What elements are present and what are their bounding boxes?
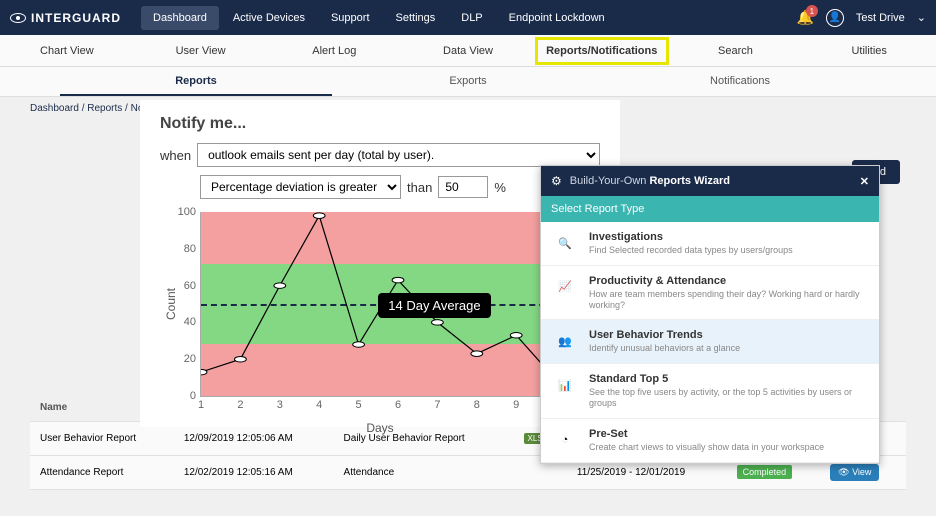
user-name[interactable]: Test Drive (856, 12, 905, 24)
average-label: 14 Day Average (378, 293, 490, 318)
tabs: Reports Exports Notifications (0, 67, 936, 97)
subnav-reports-notifications[interactable]: Reports/Notifications (535, 37, 669, 65)
wizard-item-top5[interactable]: 📊 Standard Top 5See the top five users b… (541, 364, 879, 419)
status-badge: Completed (737, 465, 793, 479)
notify-title: Notify me... (160, 115, 600, 133)
brand-logo: INTERGUARD (10, 11, 121, 25)
user-behavior-icon: 👥 (551, 329, 579, 353)
wizard-item-preset[interactable]: ◔ Pre-SetCreate chart views to visually … (541, 419, 879, 463)
wizard-item-investigations[interactable]: 🔍 InvestigationsFind Selected recorded d… (541, 222, 879, 266)
subnav-chart-view[interactable]: Chart View (0, 37, 134, 65)
tab-reports[interactable]: Reports (60, 67, 332, 96)
topbar-right: 🔔 1 👤 Test Drive ⌄ (796, 9, 926, 27)
notification-badge: 1 (806, 5, 818, 17)
eye-icon (10, 13, 26, 23)
subnav-user-view[interactable]: User View (134, 37, 268, 65)
wizard-item-user-behavior[interactable]: 👥 User Behavior TrendsIdentify unusual b… (541, 320, 879, 364)
nav-settings[interactable]: Settings (384, 6, 448, 30)
metric-select[interactable]: outlook emails sent per day (total by us… (197, 143, 600, 167)
main-nav: Dashboard Active Devices Support Setting… (141, 6, 617, 30)
wizard-item-productivity[interactable]: 📈 Productivity & AttendanceHow are team … (541, 266, 879, 321)
y-axis-label: Count (164, 288, 178, 320)
tab-exports[interactable]: Exports (332, 67, 604, 96)
brand-text: INTERGUARD (31, 11, 121, 25)
wizard-subheader: Select Report Type (541, 196, 879, 222)
topbar: INTERGUARD Dashboard Active Devices Supp… (0, 0, 936, 35)
view-button[interactable]: 👁 View (830, 464, 879, 481)
sub-nav: Chart View User View Alert Log Data View… (0, 35, 936, 67)
wizard-title-a: Build-Your-Own (570, 175, 650, 187)
subnav-utilities[interactable]: Utilities (802, 37, 936, 65)
subnav-data-view[interactable]: Data View (401, 37, 535, 65)
tab-notifications[interactable]: Notifications (604, 67, 876, 96)
notifications-bell-icon[interactable]: 🔔 1 (796, 9, 813, 26)
close-icon[interactable]: ✕ (860, 175, 869, 188)
investigations-icon: 🔍 (551, 231, 579, 255)
threshold-input[interactable] (438, 176, 488, 198)
nav-endpoint-lockdown[interactable]: Endpoint Lockdown (497, 6, 617, 30)
reports-wizard: ⚙ Build-Your-Own Reports Wizard ✕ Select… (540, 165, 880, 464)
subnav-alert-log[interactable]: Alert Log (267, 37, 401, 65)
wizard-title-b: Reports Wizard (649, 175, 730, 187)
nav-active-devices[interactable]: Active Devices (221, 6, 317, 30)
user-avatar-icon[interactable]: 👤 (826, 9, 844, 27)
chevron-down-icon[interactable]: ⌄ (917, 11, 926, 24)
chart-plot: 14 Day Average 020406080100 123456789101… (200, 212, 595, 397)
preset-icon: ◔ (551, 428, 579, 452)
subnav-search[interactable]: Search (669, 37, 803, 65)
productivity-icon: 📈 (551, 275, 579, 299)
gear-icon: ⚙ (551, 174, 562, 188)
nav-support[interactable]: Support (319, 6, 382, 30)
when-label: when (160, 148, 191, 163)
nav-dlp[interactable]: DLP (449, 6, 494, 30)
cell-name: Attendance Report (30, 456, 174, 490)
than-label: than (407, 180, 432, 195)
nav-dashboard[interactable]: Dashboard (141, 6, 219, 30)
cell-when: 12/02/2019 12:05:16 AM (174, 456, 334, 490)
cell-type: Attendance (334, 456, 514, 490)
top5-icon: 📊 (551, 373, 579, 397)
pct-label: % (494, 180, 506, 195)
rule-select[interactable]: Percentage deviation is greater (200, 175, 401, 199)
threshold-chart: Count 14 Day Average 020406080100 123456… (160, 207, 600, 417)
wizard-header: ⚙ Build-Your-Own Reports Wizard ✕ (541, 166, 879, 196)
x-axis-label: Days (366, 421, 393, 435)
